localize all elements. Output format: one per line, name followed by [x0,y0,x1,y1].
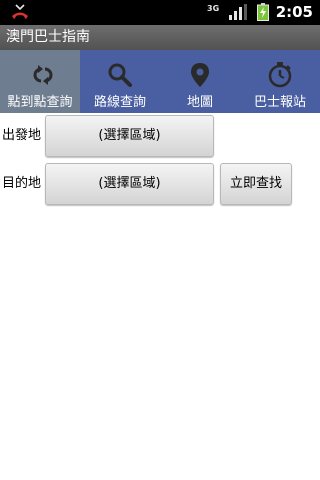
app-title: 澳門巴士指南 [6,29,90,45]
tab-label: 地圖 [186,95,213,110]
tab-bus-arrival[interactable]: 巴士報站 [240,50,320,113]
app-title-bar: 澳門巴士指南 [0,25,320,50]
map-pin-icon [191,63,209,87]
tab-bar: 點到點查詢 路線查詢 地圖 巴士報站 [0,50,320,113]
destination-label: 目的地 [2,176,42,191]
battery-charging-icon [257,3,269,21]
status-bar: 3G 2:05 [0,0,320,25]
tab-point-to-point[interactable]: 點到點查詢 [0,50,80,113]
network-type-label: 3G [207,4,220,13]
destination-select-button[interactable]: (選擇區域) [45,163,214,205]
search-icon [108,63,132,87]
clock: 2:05 [275,3,313,21]
tab-label: 巴士報站 [253,95,306,110]
stopwatch-icon [268,62,292,88]
tab-label: 點到點查詢 [7,95,73,110]
origin-label: 出發地 [2,128,42,143]
tab-label: 路線查詢 [93,95,146,110]
origin-select-button[interactable]: (選擇區域) [45,115,214,157]
tab-route-search[interactable]: 路線查詢 [80,50,160,113]
signal-strength-icon [229,4,247,20]
swap-arrows-icon [33,65,53,85]
missed-call-icon [12,4,28,19]
tab-map[interactable]: 地圖 [160,50,240,113]
search-now-button[interactable]: 立即查找 [220,163,292,205]
